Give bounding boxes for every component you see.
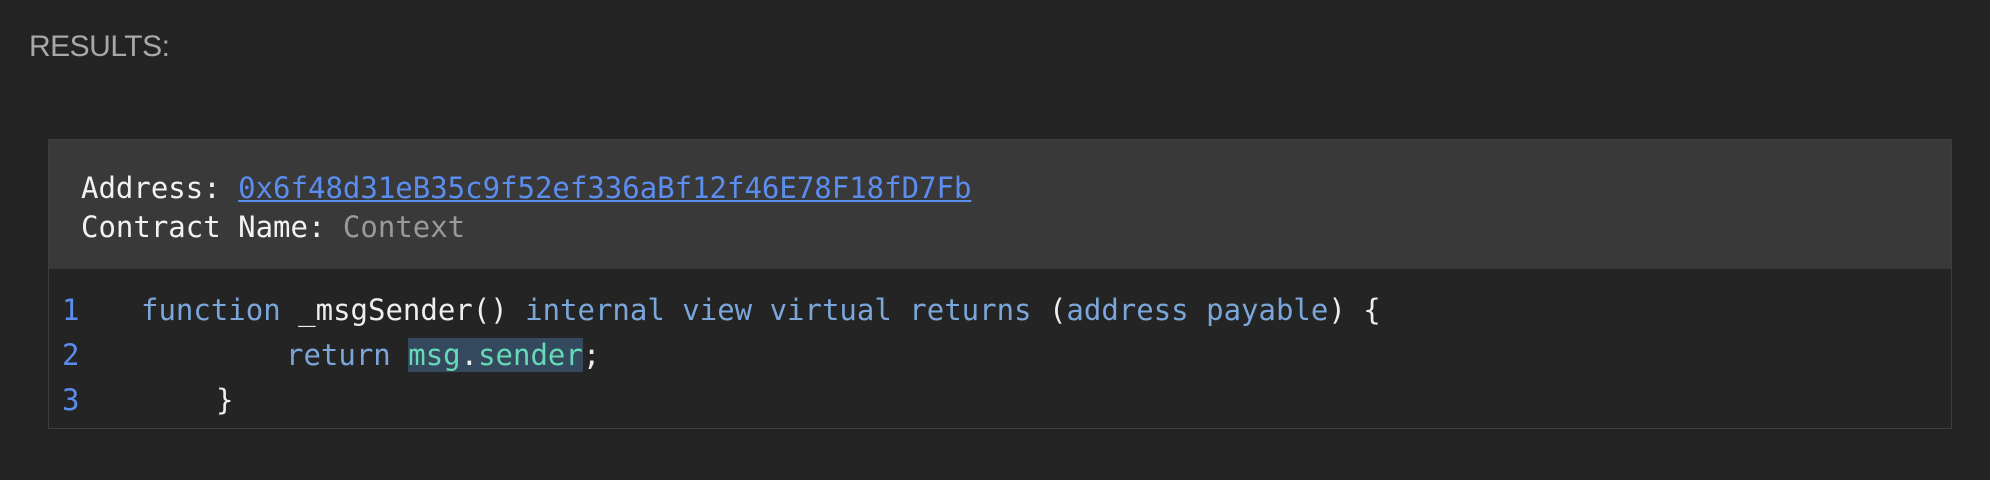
- contract-name-value: Context: [342, 210, 466, 244]
- code-text: }: [216, 378, 233, 423]
- highlighted-token: msg: [408, 338, 461, 372]
- code-line: 1 function _msgSender() internal view vi…: [49, 288, 1951, 333]
- code-line: 3 }: [49, 378, 1951, 423]
- code-text: return msg.sender;: [286, 333, 600, 378]
- results-heading: RESULTS:: [29, 30, 170, 63]
- code-block: 1 function _msgSender() internal view vi…: [49, 269, 1951, 423]
- address-label: Address:: [81, 171, 239, 205]
- highlighted-token: sender: [478, 338, 583, 372]
- keyword-token: view: [682, 293, 753, 327]
- search-highlight: msg.sender: [408, 338, 583, 372]
- address-row: Address: 0x6f48d31eB35c9f52ef336aBf12f46…: [81, 169, 1951, 208]
- keyword-token: address: [1066, 293, 1189, 327]
- keyword-token: returns: [909, 293, 1032, 327]
- line-number: 3: [62, 383, 80, 417]
- keyword-token: virtual: [769, 293, 892, 327]
- line-number: 1: [62, 293, 80, 327]
- code-token: .: [460, 338, 479, 372]
- contract-name-label: Contract Name:: [81, 210, 343, 244]
- keyword-token: return: [286, 338, 391, 372]
- code-text: function _msgSender() internal view virt…: [141, 288, 1381, 333]
- code-token: _msgSender(): [280, 293, 526, 327]
- contract-name-row: Contract Name: Context: [81, 208, 1951, 247]
- code-token: ) {: [1328, 293, 1381, 327]
- code-token: (: [1031, 293, 1067, 327]
- code-token: }: [216, 383, 234, 417]
- contract-info-header: Address: 0x6f48d31eB35c9f52ef336aBf12f46…: [49, 140, 1951, 269]
- address-link[interactable]: 0x6f48d31eB35c9f52ef336aBf12f46E78F18fD7…: [238, 171, 971, 205]
- line-number: 2: [62, 338, 80, 372]
- code-token: ;: [582, 338, 601, 372]
- contract-result-card: Address: 0x6f48d31eB35c9f52ef336aBf12f46…: [48, 139, 1952, 429]
- keyword-token: payable: [1206, 293, 1329, 327]
- keyword-token: internal: [525, 293, 665, 327]
- keyword-token: function: [141, 293, 281, 327]
- code-line: 2 return msg.sender;: [49, 333, 1951, 378]
